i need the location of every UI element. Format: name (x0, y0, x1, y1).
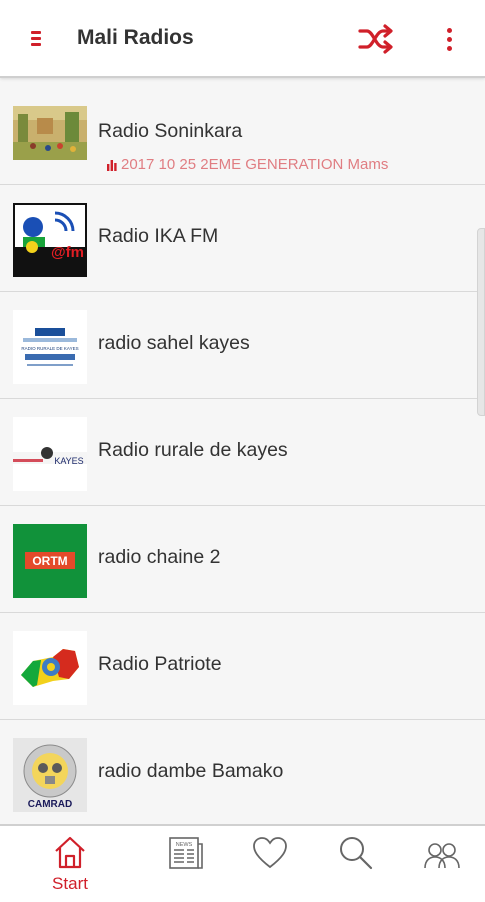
news-icon: NEWS (169, 837, 203, 869)
home-icon (55, 836, 85, 869)
menu-icon-line (31, 43, 41, 46)
logo-text: CAMRAD (28, 799, 72, 810)
station-row[interactable]: ORTM radio chaine 2 (0, 506, 485, 613)
logo-text: @fm (51, 244, 84, 261)
nav-news[interactable]: NEWS (156, 834, 216, 896)
station-row[interactable]: Radio Soninkara 2017 10 25 2EME GENERATI… (0, 78, 485, 185)
station-logo-patriote (13, 631, 87, 705)
more-vertical-icon-dot (447, 37, 452, 42)
station-name: Radio Soninkara (98, 120, 243, 142)
shuffle-icon (358, 24, 393, 54)
station-row[interactable]: RADIO RURALE DE KAYES radio sahel kayes (0, 292, 485, 399)
scroll-handle[interactable] (477, 228, 485, 416)
logo-text: ORTM (32, 554, 67, 568)
page-title: Mali Radios (77, 26, 194, 49)
more-vertical-icon-dot (447, 46, 452, 51)
search-icon (340, 837, 373, 870)
station-name: Radio rurale de kayes (98, 439, 288, 461)
nav-start[interactable]: Start (40, 834, 100, 896)
station-row[interactable]: KAYES Radio rurale de kayes (0, 399, 485, 506)
station-logo-ika-fm: @fm (13, 203, 87, 277)
station-row[interactable]: Radio Patriote (0, 613, 485, 720)
station-list[interactable]: Radio Soninkara 2017 10 25 2EME GENERATI… (0, 78, 485, 824)
station-name: radio chaine 2 (98, 546, 221, 568)
station-logo-camrad: CAMRAD (13, 738, 87, 812)
more-options-button[interactable] (436, 24, 464, 54)
station-row[interactable]: CAMRAD radio dambe Bamako (0, 720, 485, 824)
nav-community[interactable] (412, 834, 472, 896)
station-name: Radio IKA FM (98, 225, 219, 247)
now-playing: 2017 10 25 2EME GENERATION Mams (107, 156, 388, 173)
users-icon (424, 843, 460, 869)
nav-favorites[interactable] (240, 834, 300, 896)
menu-button[interactable] (24, 26, 50, 52)
station-logo-soninkara (13, 106, 87, 160)
station-name: radio dambe Bamako (98, 760, 284, 782)
nav-search[interactable] (326, 834, 386, 896)
station-logo-rurale-kayes: KAYES (13, 417, 87, 491)
heart-icon (253, 837, 287, 869)
shuffle-button[interactable] (356, 22, 398, 56)
logo-text: RADIO RURALE DE KAYES (21, 346, 78, 351)
station-name: radio sahel kayes (98, 332, 250, 354)
station-name: Radio Patriote (98, 653, 222, 675)
station-logo-ortm: ORTM (13, 524, 87, 598)
equalizer-icon (107, 160, 117, 172)
more-vertical-icon (447, 28, 452, 33)
logo-text: KAYES (54, 456, 83, 466)
app-bar: Mali Radios (0, 0, 485, 78)
bottom-navigation: Start NEWS (0, 824, 485, 902)
station-logo-sahel-kayes: RADIO RURALE DE KAYES (13, 310, 87, 384)
news-icon-label: NEWS (176, 842, 193, 848)
now-playing-text: 2017 10 25 2EME GENERATION Mams (121, 156, 389, 173)
menu-icon (31, 31, 41, 34)
menu-icon-line (31, 37, 41, 40)
nav-start-label: Start (52, 874, 88, 893)
station-row[interactable]: @fm Radio IKA FM (0, 185, 485, 292)
